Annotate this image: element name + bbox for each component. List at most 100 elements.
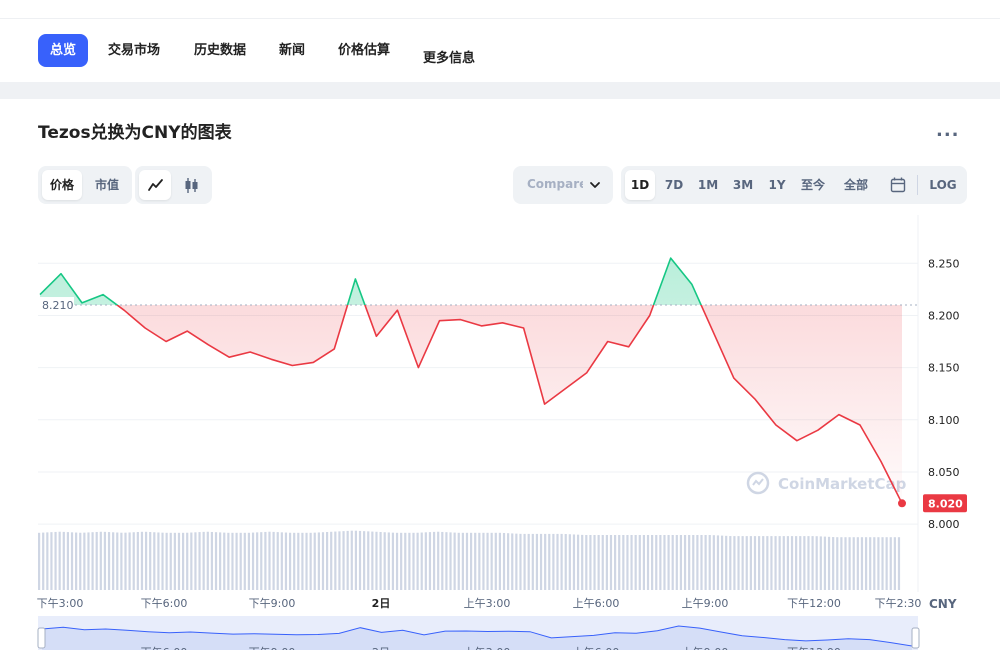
range-1y-button[interactable]: 1Y bbox=[763, 170, 791, 200]
x-tick-label: 下午6:00 bbox=[141, 597, 188, 610]
volume-bar bbox=[99, 531, 102, 590]
y-tick-label: 8.100 bbox=[928, 414, 960, 427]
volume-bar bbox=[494, 532, 497, 590]
watermark: CoinMarketCap bbox=[746, 471, 907, 495]
volume-bar bbox=[395, 532, 399, 590]
range-1d-button[interactable]: 1D bbox=[625, 170, 655, 200]
tab-news[interactable]: 新闻 bbox=[279, 34, 305, 67]
volume-bar bbox=[379, 532, 382, 590]
navigator-tick-label: 上午9:00 bbox=[682, 646, 729, 650]
range-ytd-button[interactable]: 至今 bbox=[795, 170, 831, 200]
volume-bar bbox=[449, 532, 452, 590]
tab-more-info[interactable]: 更多信息 bbox=[423, 42, 475, 75]
volume-bar bbox=[153, 532, 156, 590]
volume-bar bbox=[453, 532, 456, 590]
volume-bar bbox=[848, 537, 851, 590]
volume-bar bbox=[465, 532, 469, 590]
volume-bar bbox=[741, 536, 744, 590]
volume-bar bbox=[531, 533, 534, 590]
navigator-tick-label: 上午3:00 bbox=[464, 646, 511, 650]
volume-bar bbox=[202, 531, 205, 590]
line-chart-button[interactable] bbox=[139, 170, 171, 200]
volume-bar bbox=[428, 532, 432, 590]
volume-bar bbox=[609, 535, 613, 590]
volume-bar bbox=[511, 533, 514, 590]
volume-bar bbox=[836, 537, 839, 590]
navigator-tick-label: 下午9:00 bbox=[249, 646, 296, 650]
volume-bar bbox=[692, 535, 695, 590]
range-all-button[interactable]: 全部 bbox=[837, 170, 875, 200]
candlestick-icon bbox=[185, 178, 198, 193]
chart-title: Tezos兑换为CNY的图表 bbox=[38, 123, 232, 143]
volume-bar bbox=[474, 532, 477, 590]
volume-bar bbox=[852, 537, 855, 590]
volume-bar bbox=[165, 532, 168, 590]
volume-bar bbox=[626, 535, 629, 590]
volume-bar bbox=[272, 531, 275, 590]
tab-overview[interactable]: 总览 bbox=[38, 34, 89, 67]
volume-bar bbox=[634, 535, 637, 590]
volume-bar bbox=[182, 532, 185, 590]
tab-markets[interactable]: 交易市场 bbox=[108, 34, 160, 67]
tab-price-estimate[interactable]: 价格估算 bbox=[338, 34, 390, 67]
candlestick-chart-button[interactable] bbox=[175, 170, 207, 200]
volume-bar bbox=[321, 532, 325, 590]
volume-bar bbox=[515, 533, 518, 590]
range-1m-button[interactable]: 1M bbox=[693, 170, 723, 200]
volume-bar bbox=[107, 532, 111, 590]
volume-bar bbox=[342, 531, 345, 590]
volume-bar bbox=[646, 535, 650, 590]
volume-bar bbox=[227, 532, 230, 590]
volume-bar bbox=[239, 532, 242, 590]
volume-bar bbox=[716, 535, 720, 590]
area-below-reference bbox=[117, 305, 902, 504]
x-tick-label: 下午9:00 bbox=[249, 597, 296, 610]
range-7d-button[interactable]: 7D bbox=[659, 170, 689, 200]
volume-bar bbox=[400, 532, 403, 590]
volume-bar bbox=[383, 532, 386, 590]
volume-bar bbox=[630, 535, 633, 590]
volume-bar bbox=[539, 533, 543, 590]
volume-bar bbox=[235, 532, 238, 590]
volume-bar bbox=[309, 532, 312, 590]
volume-bar bbox=[507, 533, 510, 590]
x-tick-label: 上午6:00 bbox=[573, 597, 620, 610]
volume-bar bbox=[50, 532, 53, 590]
market-cap-toggle-button[interactable]: 市值 bbox=[86, 170, 128, 200]
volume-bar bbox=[486, 532, 489, 590]
price-line bbox=[39, 257, 906, 508]
volume-bar bbox=[38, 532, 41, 590]
volume-bar bbox=[457, 532, 460, 590]
log-scale-button[interactable]: LOG bbox=[923, 170, 963, 200]
navigator-right-handle[interactable] bbox=[911, 627, 920, 649]
volume-bar bbox=[815, 536, 818, 590]
volume-bar bbox=[819, 536, 822, 590]
volume-bar bbox=[795, 536, 798, 590]
volume-bar bbox=[177, 532, 181, 590]
volume-bar bbox=[786, 536, 789, 590]
x-tick-label: 下午2:30 bbox=[875, 597, 922, 610]
range-3m-button[interactable]: 3M bbox=[727, 170, 759, 200]
y-tick-label: 8.200 bbox=[928, 309, 960, 322]
volume-bar bbox=[198, 532, 201, 590]
volume-bar bbox=[745, 536, 748, 590]
volume-bar bbox=[490, 532, 493, 590]
x-tick-label: 2日 bbox=[372, 597, 391, 610]
more-options-icon[interactable]: ... bbox=[936, 122, 960, 140]
volume-bar bbox=[671, 535, 674, 590]
tab-historical-data[interactable]: 历史数据 bbox=[194, 34, 246, 67]
volume-bar bbox=[659, 535, 662, 590]
volume-bar bbox=[214, 532, 218, 590]
volume-bar bbox=[144, 531, 148, 590]
volume-bar bbox=[651, 535, 654, 590]
volume-bar bbox=[708, 535, 711, 590]
compare-dropdown[interactable]: Compare bbox=[513, 166, 613, 204]
date-range-button[interactable] bbox=[883, 170, 913, 200]
volume-bar bbox=[827, 536, 831, 590]
navigator-left-handle[interactable] bbox=[37, 627, 46, 649]
volume-bar bbox=[688, 535, 691, 590]
volume-bar bbox=[354, 530, 357, 590]
volume-bar bbox=[860, 537, 864, 590]
range-navigator: 下午6:00 下午9:00 2日 上午3:00 上午6:00 上午9:00 下午12:00 bbox=[37, 616, 920, 650]
price-toggle-button[interactable]: 价格 bbox=[42, 170, 82, 200]
